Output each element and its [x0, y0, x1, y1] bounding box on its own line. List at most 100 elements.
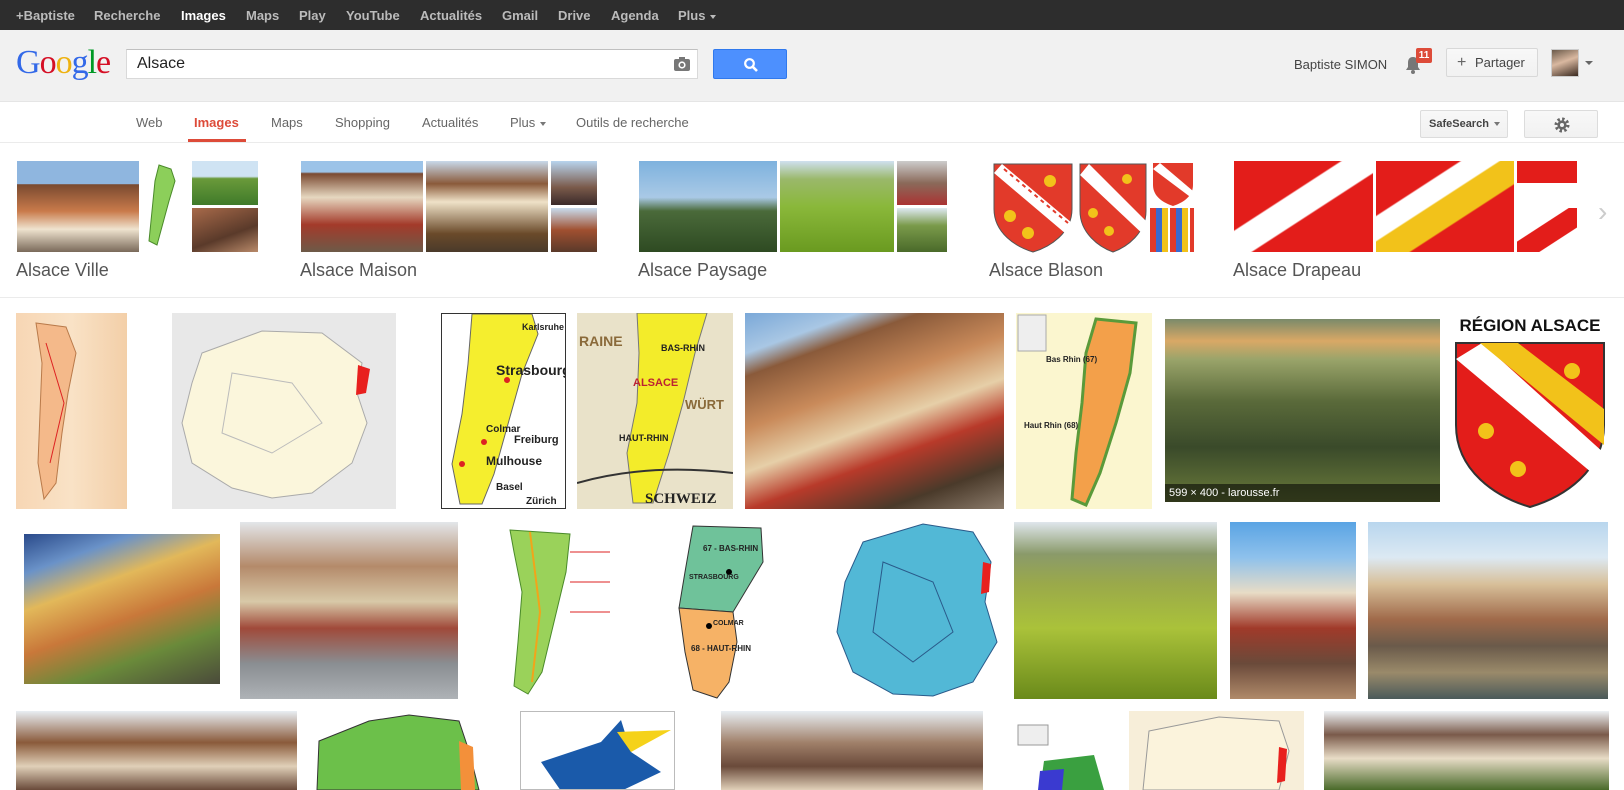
related-image [1233, 160, 1374, 253]
map-label: 68 - HAUT-RHIN [691, 644, 752, 653]
result-thumbnail[interactable] [823, 522, 1002, 699]
result-thumbnail[interactable] [1129, 711, 1304, 790]
logo-letter: o [55, 44, 73, 81]
map-label: RAINE [579, 333, 623, 349]
related-image [779, 160, 895, 253]
related-image [1149, 207, 1195, 253]
google-bar: +Baptiste Recherche Images Maps Play You… [0, 0, 1624, 30]
gbar-agenda-link[interactable]: Agenda [611, 8, 659, 23]
logo-letter: o [39, 44, 57, 81]
logo-letter: e [96, 44, 111, 81]
search-box [126, 49, 698, 79]
result-thumbnail[interactable] [1324, 711, 1609, 790]
gbar-maps-link[interactable]: Maps [246, 8, 279, 23]
map-label: Zürich [526, 496, 557, 507]
map-label: BAS-RHIN [661, 343, 705, 353]
gbar-drive-link[interactable]: Drive [558, 8, 591, 23]
result-thumbnail[interactable] [520, 711, 675, 790]
search-tabs: Web Images Maps Shopping Actualités Plus… [0, 103, 1624, 143]
tab-shopping[interactable]: Shopping [335, 115, 390, 130]
search-icon [744, 58, 758, 72]
result-thumbnail[interactable] [1014, 711, 1119, 790]
safesearch-dropdown[interactable]: SafeSearch [1420, 110, 1508, 138]
camera-icon[interactable] [673, 56, 691, 72]
tab-images[interactable]: Images [194, 115, 239, 130]
result-thumbnail[interactable] [721, 711, 983, 790]
tab-more-label: Plus [510, 115, 536, 130]
google-logo[interactable]: Google [16, 44, 111, 82]
result-thumbnail[interactable] [172, 313, 396, 509]
tab-web[interactable]: Web [136, 115, 163, 130]
related-image [425, 160, 549, 253]
chevron-down-icon[interactable] [1585, 61, 1593, 65]
active-tab-indicator [188, 139, 246, 142]
chevron-right-icon[interactable]: › [1598, 196, 1607, 228]
map-label: 67 - BAS-RHIN [703, 544, 759, 553]
gbar-news-link[interactable]: Actualités [420, 8, 482, 23]
result-thumbnail[interactable] [1230, 522, 1356, 699]
settings-button[interactable] [1524, 110, 1598, 138]
gbar-images-link[interactable]: Images [181, 8, 226, 23]
related-image [896, 207, 948, 253]
result-thumbnail[interactable]: Karlsruhe Strasbourg Colmar Freiburg Mul… [441, 313, 566, 509]
related-search-label: Alsace Ville [16, 260, 109, 280]
map-label: Haut Rhin (68) [1024, 421, 1079, 430]
map-label: COLMAR [713, 620, 744, 627]
tab-more[interactable]: Plus [510, 115, 547, 130]
share-button[interactable]: + Partager [1446, 48, 1538, 77]
notification-count-badge[interactable]: 11 [1416, 48, 1432, 63]
result-thumbnail[interactable] [16, 711, 297, 790]
map-label: SCHWEIZ [645, 491, 717, 507]
result-thumbnail[interactable] [309, 711, 497, 790]
search-header: Google Baptiste SIMON 11 + Partager [0, 30, 1624, 102]
logo-letter: l [87, 44, 98, 81]
result-thumbnail[interactable] [1368, 522, 1608, 699]
gbar-more-label: Plus [678, 8, 706, 23]
related-image [191, 160, 259, 206]
gbar-profile-link[interactable]: +Baptiste [16, 8, 75, 23]
avatar[interactable] [1551, 49, 1579, 77]
search-input[interactable] [137, 54, 657, 74]
map-label: STRASBOURG [689, 574, 739, 581]
related-image [1516, 160, 1578, 206]
related-image [989, 160, 1075, 253]
related-image [16, 160, 140, 253]
image-size-source-label: 599 × 400 - larousse.fr [1165, 484, 1440, 502]
related-image [300, 160, 424, 253]
user-name-link[interactable]: Baptiste SIMON [1294, 57, 1387, 72]
result-thumbnail[interactable]: Bas Rhin (67) Haut Rhin (68) [1016, 313, 1152, 509]
result-thumbnail[interactable]: RÉGION ALSACE [1452, 313, 1608, 509]
result-thumbnail[interactable] [16, 522, 227, 699]
result-thumbnail[interactable] [240, 522, 458, 699]
tab-news[interactable]: Actualités [422, 115, 478, 130]
map-label: Bas Rhin (67) [1046, 355, 1098, 364]
result-thumbnail[interactable]: RAINE BAS-RHIN ALSACE WÜRT HAUT-RHIN SCH… [577, 313, 733, 509]
result-thumbnail[interactable] [745, 313, 1004, 509]
result-thumbnail[interactable] [1014, 522, 1217, 699]
gear-icon [1554, 117, 1570, 133]
related-image [550, 207, 598, 253]
related-image [1076, 160, 1148, 253]
related-image [140, 160, 190, 253]
gbar-youtube-link[interactable]: YouTube [346, 8, 400, 23]
search-tools-button[interactable]: Outils de recherche [576, 115, 689, 130]
logo-letter: G [16, 44, 41, 81]
result-thumbnail[interactable] [470, 522, 621, 699]
related-image [550, 160, 598, 206]
map-label: WÜRT [685, 397, 724, 412]
gbar-more-link[interactable]: Plus [678, 8, 717, 23]
divider [0, 297, 1624, 298]
result-thumbnail[interactable]: 67 - BAS-RHIN STRASBOURG COLMAR 68 - HAU… [633, 522, 811, 699]
search-button[interactable] [713, 49, 787, 79]
map-label: Karlsruhe [522, 322, 565, 332]
related-image [896, 160, 948, 206]
related-image [191, 207, 259, 253]
gbar-search-link[interactable]: Recherche [94, 8, 160, 23]
gbar-gmail-link[interactable]: Gmail [502, 8, 538, 23]
gbar-play-link[interactable]: Play [299, 8, 326, 23]
tab-maps[interactable]: Maps [271, 115, 303, 130]
related-search-label: Alsace Drapeau [1233, 260, 1362, 280]
result-thumbnail[interactable]: 599 × 400 - larousse.fr [1165, 319, 1440, 502]
result-thumbnail[interactable] [16, 313, 127, 509]
map-label: Strasbourg [496, 362, 566, 378]
